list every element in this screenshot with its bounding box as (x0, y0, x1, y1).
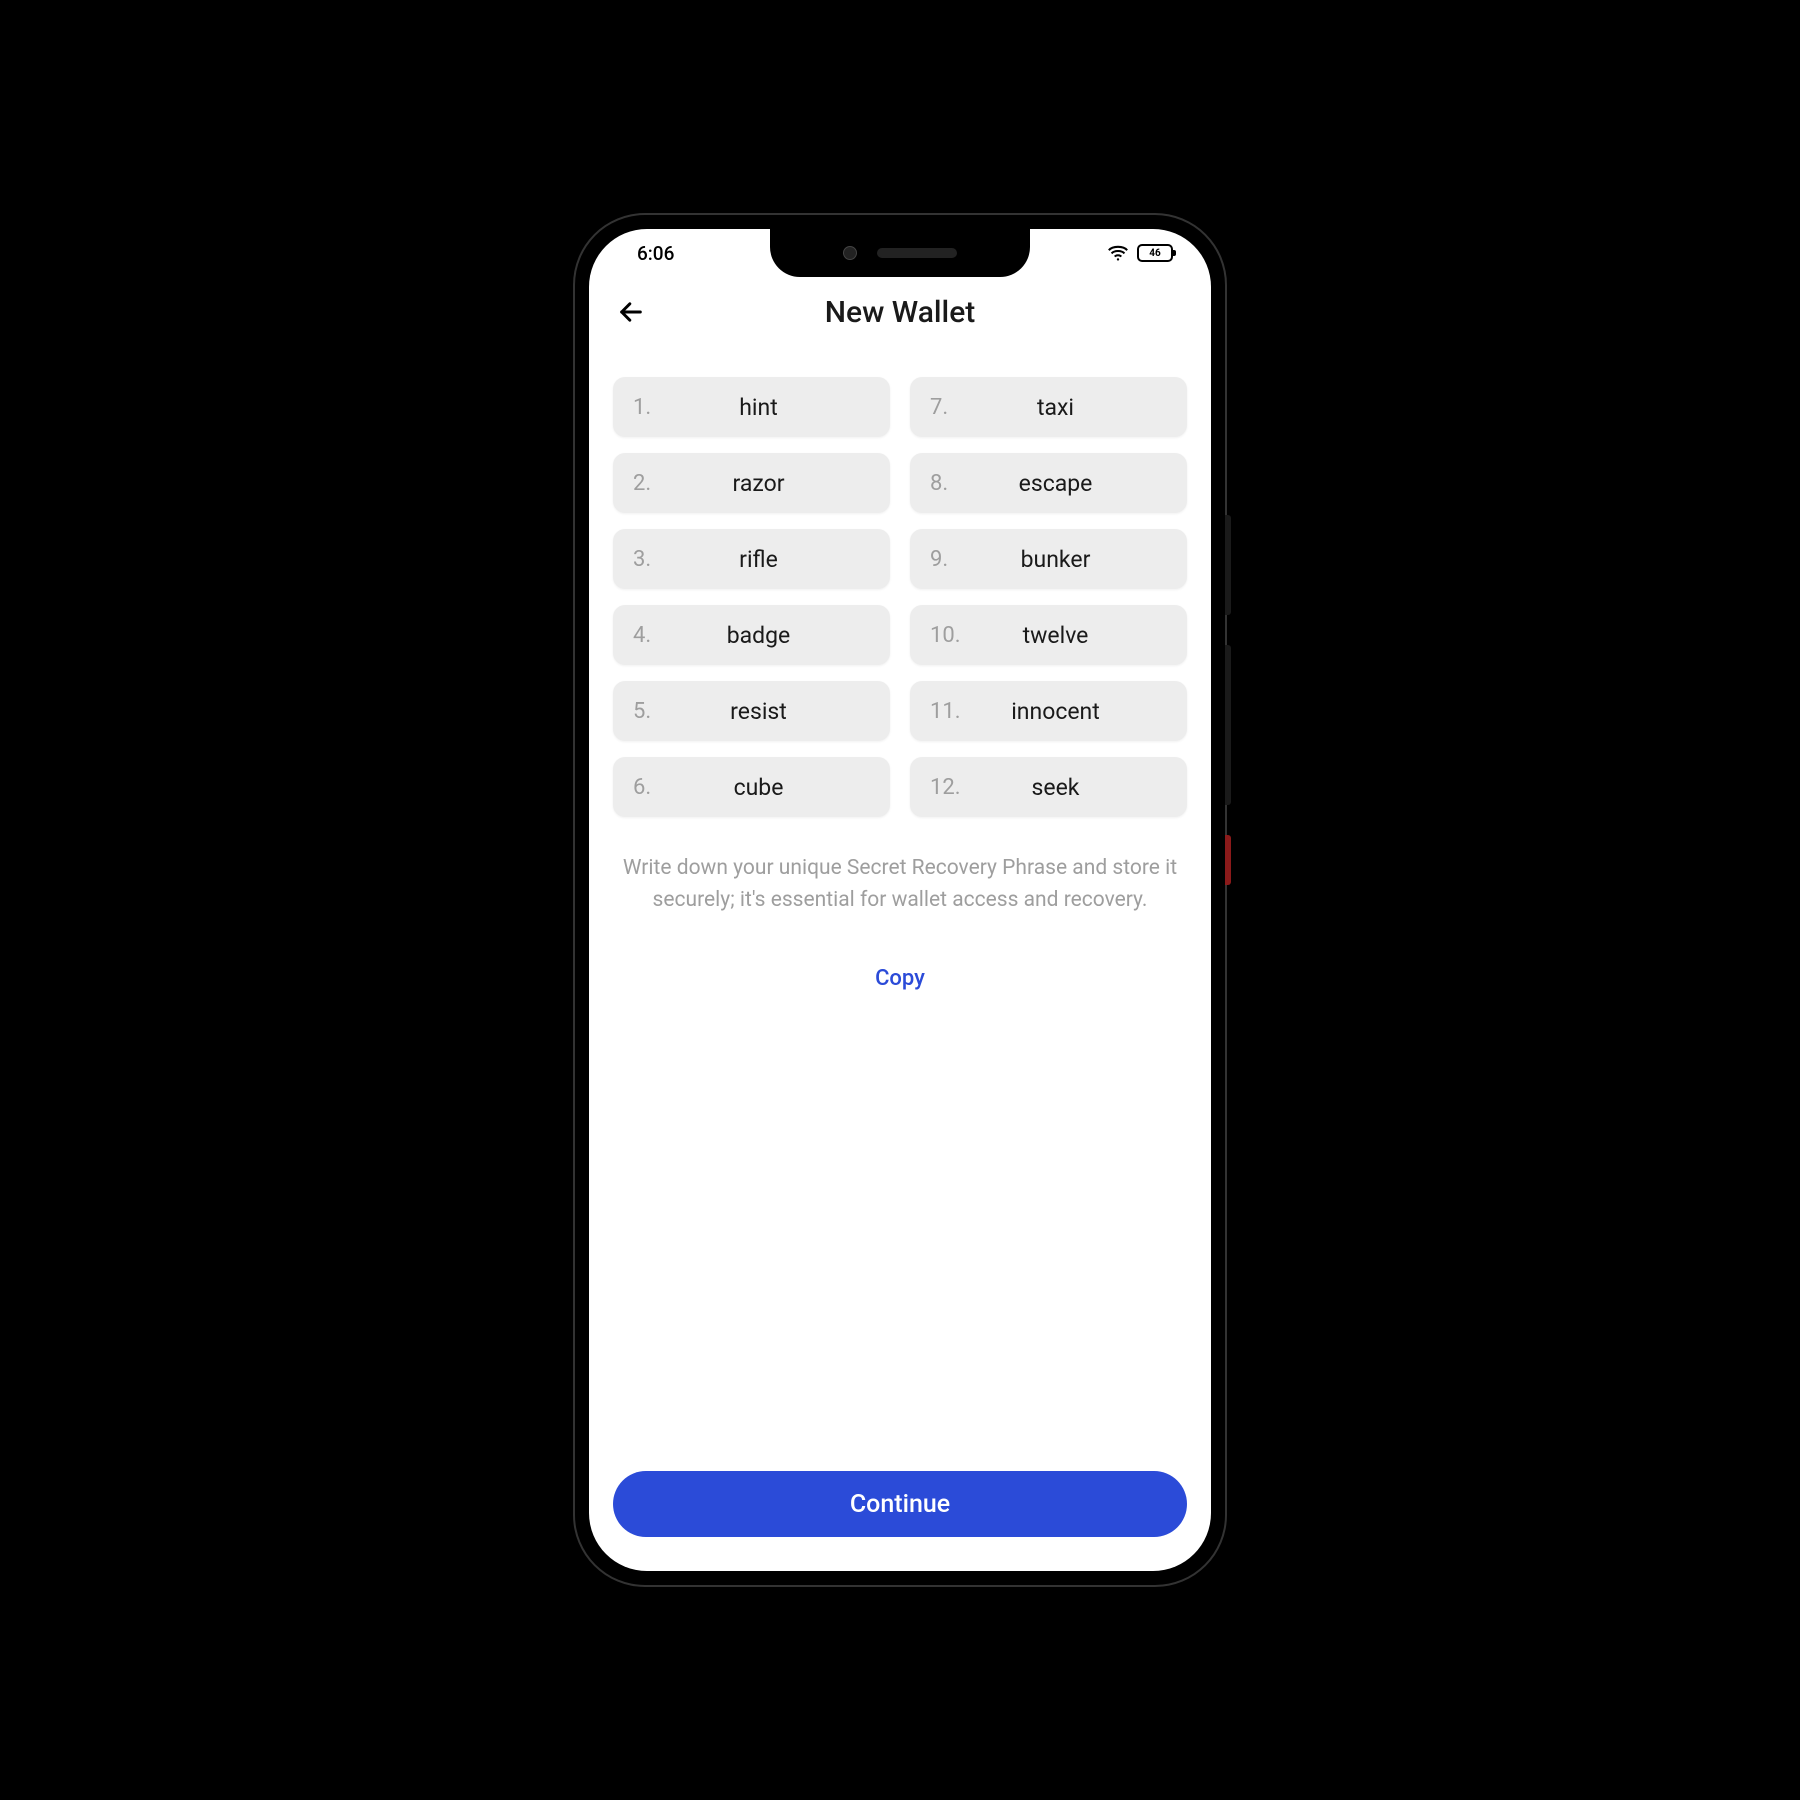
phrase-grid: 1. hint 7. taxi 2. razor 8. escape 3. (613, 377, 1187, 817)
phrase-num: 8. (930, 471, 974, 496)
notch (770, 229, 1030, 277)
phrase-word: seek (974, 774, 1167, 801)
phrase-item: 3. rifle (613, 529, 890, 589)
phrase-item: 12. seek (910, 757, 1187, 817)
phrase-item: 1. hint (613, 377, 890, 437)
phrase-word: razor (677, 470, 870, 497)
phrase-word: rifle (677, 546, 870, 573)
phrase-item: 5. resist (613, 681, 890, 741)
phrase-num: 6. (633, 775, 677, 800)
phrase-num: 1. (633, 395, 677, 420)
phrase-item: 6. cube (613, 757, 890, 817)
back-arrow-icon (617, 298, 645, 326)
phrase-item: 10. twelve (910, 605, 1187, 665)
phrase-item: 4. badge (613, 605, 890, 665)
status-right: 46 (1107, 242, 1173, 264)
phrase-num: 10. (930, 623, 974, 648)
phrase-num: 11. (930, 699, 974, 724)
phrase-item: 7. taxi (910, 377, 1187, 437)
back-button[interactable] (613, 294, 649, 330)
phrase-word: resist (677, 698, 870, 725)
phrase-num: 12. (930, 775, 974, 800)
phrase-num: 2. (633, 471, 677, 496)
phrase-word: cube (677, 774, 870, 801)
phrase-word: badge (677, 622, 870, 649)
phrase-word: hint (677, 394, 870, 421)
phrase-word: taxi (974, 394, 1167, 421)
phrase-word: twelve (974, 622, 1167, 649)
copy-button[interactable]: Copy (613, 966, 1187, 991)
phrase-item: 8. escape (910, 453, 1187, 513)
phrase-item: 9. bunker (910, 529, 1187, 589)
phrase-item: 11. innocent (910, 681, 1187, 741)
phrase-word: escape (974, 470, 1167, 497)
instructions-text: Write down your unique Secret Recovery P… (613, 853, 1187, 916)
content: 1. hint 7. taxi 2. razor 8. escape 3. (589, 347, 1211, 1471)
wifi-icon (1107, 242, 1129, 264)
phrase-word: innocent (974, 698, 1167, 725)
phrase-num: 4. (633, 623, 677, 648)
battery-level: 46 (1149, 248, 1160, 259)
phrase-num: 7. (930, 395, 974, 420)
phrase-num: 5. (633, 699, 677, 724)
battery-icon: 46 (1137, 244, 1173, 262)
phrase-num: 3. (633, 547, 677, 572)
continue-button[interactable]: Continue (613, 1471, 1187, 1537)
header: New Wallet (589, 277, 1211, 347)
page-title: New Wallet (825, 295, 976, 330)
status-time: 6:06 (637, 242, 674, 265)
phone-frame: 6:06 46 (575, 215, 1225, 1585)
phrase-word: bunker (974, 546, 1167, 573)
phrase-item: 2. razor (613, 453, 890, 513)
screen: 6:06 46 (589, 229, 1211, 1571)
phrase-num: 9. (930, 547, 974, 572)
